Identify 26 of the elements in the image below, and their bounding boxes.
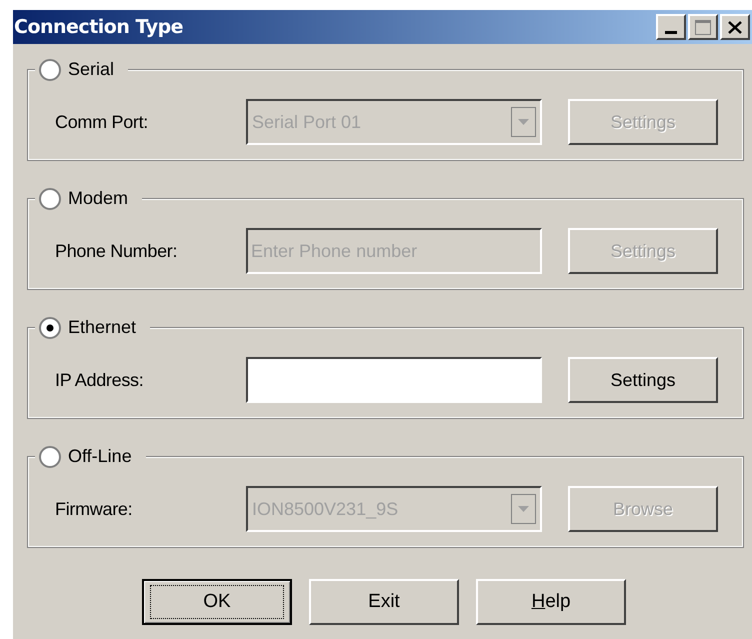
close-button[interactable] [720, 14, 750, 40]
input-field[interactable] [246, 357, 542, 403]
field-label: Phone Number: [55, 240, 178, 262]
field-label: Comm Port: [55, 110, 150, 134]
radio-button[interactable] [38, 444, 62, 468]
field-label: Firmware: [55, 498, 134, 520]
close-icon [728, 20, 742, 34]
radio-label[interactable]: Off-Line [68, 443, 132, 470]
window-title: Connection Type [13, 14, 184, 40]
radio-label[interactable]: Serial [68, 56, 114, 83]
radio-label[interactable]: Modem [68, 185, 128, 212]
dialog-button[interactable]: Help [476, 579, 626, 625]
maximize-icon [695, 20, 711, 34]
minimize-icon [665, 31, 677, 34]
radio-button[interactable] [38, 186, 62, 210]
field-label: IP Address: [55, 368, 144, 392]
radio-button[interactable] [38, 58, 62, 82]
radio-label[interactable]: Ethernet [68, 314, 136, 341]
maximize-button[interactable] [688, 14, 718, 40]
minimize-button[interactable] [656, 14, 686, 40]
dialog-button[interactable]: OK [142, 579, 292, 625]
settings-button[interactable]: Settings [568, 357, 718, 403]
dropdown-arrow-icon [518, 119, 529, 125]
dialog-button[interactable]: Exit [309, 579, 459, 625]
dropdown-arrow-icon [518, 506, 529, 512]
radio-button[interactable] [38, 316, 62, 340]
